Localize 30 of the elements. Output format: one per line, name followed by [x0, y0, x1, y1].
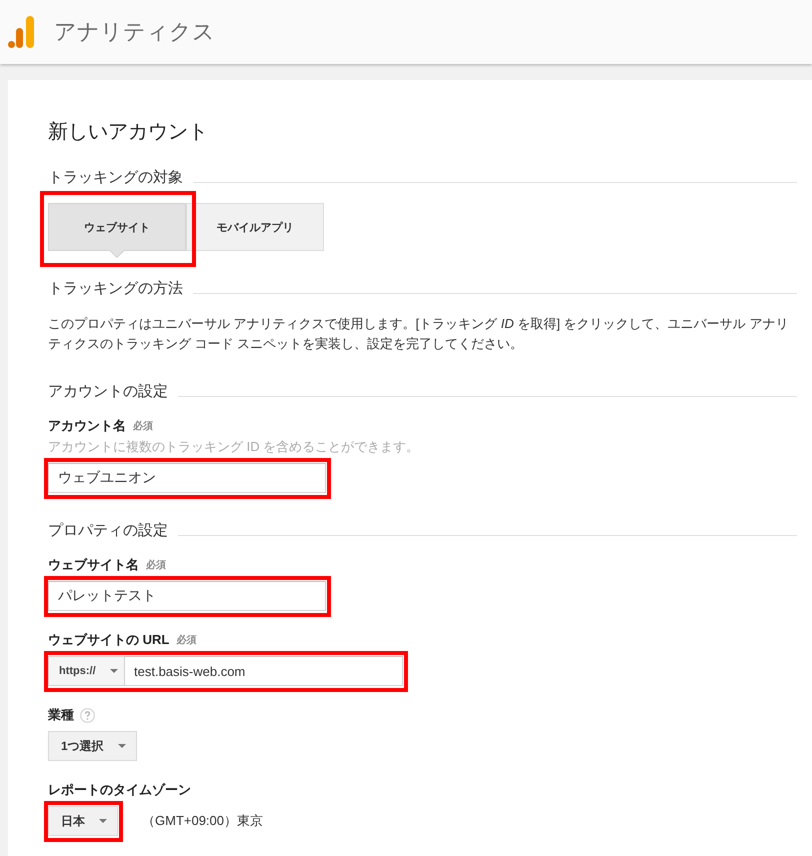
- description-text: このプロパティはユニバーサル アナリティクスで使用します。[トラッキング ID を取得] をクリックして、ユニバーサル アナリティクスのトラッキング コード スニペットを実装し、設定を完了してください。: [48, 315, 790, 353]
- app-title: アナリティクス: [54, 18, 215, 46]
- bar-chart-logo-icon: [8, 16, 34, 48]
- field-label: ウェブサイトの URL: [48, 631, 170, 649]
- url-input[interactable]: test.basis-web.com: [125, 656, 403, 686]
- field-label: ウェブサイト名: [48, 556, 139, 574]
- text-input[interactable]: ウェブユニオン: [48, 463, 326, 493]
- required-label: 必須: [146, 558, 166, 572]
- caret-icon: [118, 744, 126, 748]
- protocol-dropdown[interactable]: https://: [48, 656, 125, 686]
- caret-icon: [99, 819, 107, 823]
- field-label: レポートのタイムゾーン: [48, 781, 191, 799]
- section-heading: アカウントの設定: [48, 382, 168, 400]
- page-title: 新しいアカウント: [48, 120, 209, 145]
- section-heading: プロパティの設定: [48, 520, 168, 540]
- select-dropdown[interactable]: 1つ選択: [48, 731, 137, 761]
- section-heading: トラッキングの方法: [48, 278, 183, 298]
- caret-icon: [110, 669, 118, 673]
- required-label: 必須: [133, 420, 153, 433]
- field-hint: アカウントに複数のトラッキング ID を含めることができます。: [48, 438, 420, 456]
- timezone-text: （GMT+09:00）東京: [142, 812, 264, 830]
- select-dropdown[interactable]: 日本: [48, 806, 118, 836]
- field-label: 業種: [48, 706, 74, 724]
- toggle-tab[interactable]: モバイルアプリ: [186, 203, 324, 251]
- field-label: アカウント名: [48, 417, 126, 435]
- required-label: 必須: [176, 634, 196, 647]
- pointer-notch-icon: [110, 250, 124, 258]
- section-heading: トラッキングの対象: [48, 168, 183, 186]
- text-input[interactable]: パレットテスト: [48, 581, 326, 611]
- toggle-tab[interactable]: ウェブサイト: [48, 203, 186, 251]
